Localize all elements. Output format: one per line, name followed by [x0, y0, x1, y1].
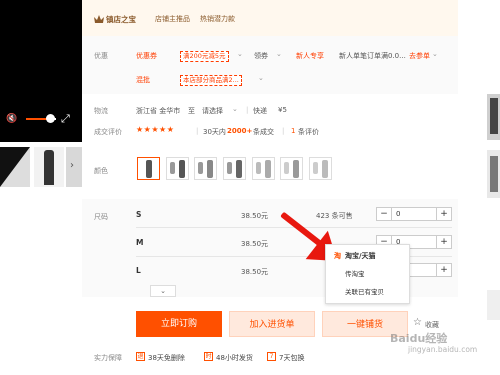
mix-batch-name: 混批 [136, 76, 150, 84]
newuser-link[interactable]: 去参单 [409, 51, 430, 61]
chevron-right-icon[interactable]: › [70, 160, 80, 172]
color-label: 颜色 [94, 167, 108, 175]
sales-suffix: 条成交 [253, 128, 274, 136]
promo-label: 优惠 [94, 52, 108, 60]
recommend-image-2[interactable] [487, 150, 500, 198]
rating-stars: ★★★★★ [136, 125, 175, 134]
color-swatch[interactable] [280, 157, 303, 180]
shop-badge-bar [82, 0, 458, 36]
guarantee-badge: 7 [267, 352, 276, 361]
thumbnail-1[interactable] [0, 147, 30, 187]
separator: | [282, 127, 285, 135]
color-swatch[interactable] [223, 157, 246, 180]
increment-button[interactable]: + [437, 208, 451, 220]
volume-slider-knob[interactable] [46, 114, 55, 123]
shop-tag: 店铺主推品 [155, 15, 190, 23]
fullscreen-icon[interactable]: ⤢ [61, 112, 75, 126]
watermark: Baidu经验 [390, 332, 448, 345]
guarantee-badge: 退 [136, 352, 145, 361]
favorite-label[interactable]: 收藏 [425, 320, 439, 330]
color-swatch[interactable] [309, 157, 332, 180]
shipping-fee: ¥5 [278, 106, 287, 114]
sales-count: 2000+ [227, 127, 253, 135]
color-swatch[interactable] [252, 157, 275, 180]
decrement-button[interactable]: − [377, 208, 391, 220]
ship-to-word: 至 [188, 107, 195, 115]
size-name: S [136, 210, 142, 219]
popup-header: 淘宝/天猫 [345, 252, 376, 260]
watermark-url: jingyan.baidu.com [408, 345, 478, 354]
chevron-down-icon[interactable]: ⌄ [232, 105, 238, 113]
sales-prefix: 30天内 [203, 128, 226, 136]
crown-icon [94, 15, 104, 23]
size-label: 尺码 [94, 213, 108, 221]
mute-icon[interactable]: 🔇 [6, 114, 20, 124]
newuser-badge: 新人专享 [296, 52, 324, 60]
mix-batch-badge: 本店部分商品满2... [180, 75, 242, 86]
color-swatch[interactable] [194, 157, 217, 180]
size-price: 38.50元 [241, 268, 269, 276]
guarantee-text: 7天包换 [279, 354, 305, 362]
separator: | [196, 127, 199, 135]
newuser-text: 新人单笔订单满0.0... [339, 52, 406, 60]
color-swatch[interactable] [137, 157, 160, 180]
separator: | [246, 106, 249, 114]
quantity-input[interactable]: 0 [391, 208, 437, 220]
shop-title: 镇店之宝 [106, 15, 136, 24]
guarantee-text: 48小时发货 [216, 354, 253, 362]
popup-item-upload-taobao[interactable]: 传淘宝 [345, 268, 365, 278]
star-icon[interactable]: ☆ [413, 317, 422, 328]
chevron-down-icon[interactable]: ⌄ [237, 50, 243, 58]
add-to-cart-button[interactable]: 加入进货单 [229, 311, 315, 337]
ship-from: 浙江省 金华市 [136, 107, 181, 115]
quantity-stepper[interactable]: − 0 + [376, 207, 452, 221]
review-suffix[interactable]: 条评价 [298, 127, 319, 137]
express-type: 快递 [253, 107, 267, 115]
guarantee-text: 38天免删除 [148, 354, 185, 362]
size-name: M [136, 238, 144, 247]
thumbnail-2[interactable] [34, 147, 64, 187]
guarantee-label: 实力保障 [94, 354, 122, 362]
chevron-down-icon[interactable]: ⌄ [258, 74, 264, 82]
guarantee-badge: 时 [204, 352, 213, 361]
coupon-badge: 满200元减5元 [180, 51, 229, 62]
shipping-label: 物流 [94, 107, 108, 115]
coupon-name: 优惠券 [136, 52, 157, 60]
size-name: L [136, 266, 141, 275]
increment-button[interactable]: + [437, 264, 451, 276]
taobao-icon: 淘 [334, 252, 341, 260]
recommend-image-1[interactable] [487, 94, 500, 140]
color-swatch[interactable] [166, 157, 189, 180]
size-price: 38.50元 [241, 212, 269, 220]
order-now-button[interactable]: 立即订购 [136, 311, 222, 337]
ship-to-select[interactable]: 请选择 [202, 106, 223, 116]
review-count[interactable]: 1 [291, 127, 295, 135]
promo-section [82, 36, 458, 94]
increment-button[interactable]: + [437, 236, 451, 248]
chevron-down-icon[interactable]: ⌄ [432, 50, 438, 58]
size-price: 38.50元 [241, 240, 269, 248]
popup-item-link-existing[interactable]: 关联已有宝贝 [345, 286, 384, 296]
recommend-image-3[interactable] [487, 290, 500, 320]
shop-tag: 热销潜力款 [200, 15, 235, 23]
claim-coupon-link[interactable]: 领券 [254, 51, 268, 61]
reviews-label: 成交评价 [94, 128, 122, 136]
expand-sizes-button[interactable]: ⌄ [150, 285, 176, 297]
chevron-down-icon[interactable]: ⌄ [276, 50, 282, 58]
size-stock: 423 条可售 [316, 212, 353, 220]
